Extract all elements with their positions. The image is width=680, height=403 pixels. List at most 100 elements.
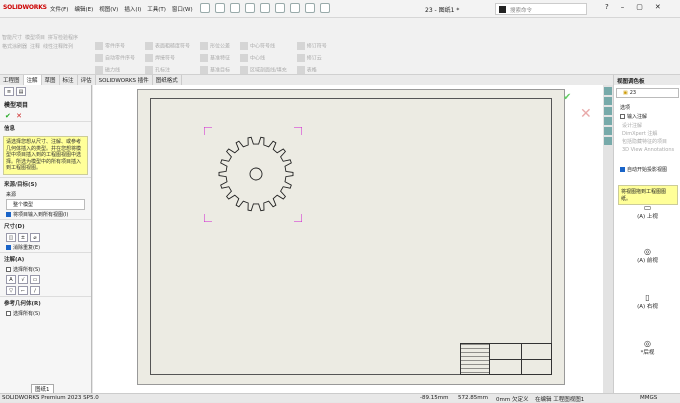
tab-sheet-format[interactable]: 图纸格式	[153, 75, 182, 85]
restore-icon[interactable]: ▢	[636, 3, 643, 11]
view-right[interactable]: ▯ (A) 右视	[614, 293, 680, 310]
ribbon-auto-balloon[interactable]: 自动零件序号	[95, 54, 135, 62]
confirm-corner-check-icon[interactable]: ✔	[563, 92, 571, 103]
view-palette-icon[interactable]	[604, 117, 612, 125]
tab-evaluate[interactable]: 评估	[78, 75, 96, 85]
surface-finish-filter-icon[interactable]: √	[18, 274, 28, 284]
ok-check-icon[interactable]: ✔	[5, 112, 11, 120]
view-front[interactable]: ◎ (A) 前视	[614, 247, 680, 264]
status-units[interactable]: MMGS	[640, 395, 657, 401]
print-icon[interactable]	[260, 3, 270, 13]
menu-file[interactable]: 文件(F)	[50, 5, 68, 13]
resources-icon[interactable]	[604, 87, 612, 95]
new-file-icon[interactable]	[215, 3, 225, 13]
reference-select-all-option[interactable]: 选择所有(S)	[0, 309, 91, 318]
ribbon-balloon[interactable]: 零件序号	[95, 42, 135, 50]
3d-annotations-option[interactable]: 3D View Annotations	[622, 146, 674, 154]
search-input[interactable]: 搜索命令	[495, 3, 587, 15]
import-notes-option[interactable]: 输入注解	[614, 112, 653, 121]
ribbon-surface-finish[interactable]: 表面粗糙度符号	[145, 42, 190, 50]
property-manager-icon[interactable]: ▤	[16, 87, 26, 96]
help-icon[interactable]: ?	[605, 3, 609, 11]
undo-icon[interactable]	[275, 3, 285, 13]
ribbon-spell-check[interactable]: 拼写检验程序	[48, 34, 78, 41]
weld-filter-icon[interactable]: ⌐	[18, 285, 28, 295]
menu-tools[interactable]: 工具(T)	[147, 5, 166, 13]
ribbon-datum-feature[interactable]: 基准特征	[200, 54, 230, 62]
dim-tolerance-icon[interactable]: ±	[18, 232, 28, 242]
menu-view[interactable]: 视图(V)	[99, 5, 118, 13]
hole-filter-icon[interactable]: ∕	[30, 285, 40, 295]
reference-geometry-header[interactable]: 参考几何体(R)	[0, 295, 91, 309]
home-icon[interactable]	[200, 3, 210, 13]
ribbon-centerline[interactable]: 中心线	[240, 54, 287, 62]
eliminate-duplicates-checkbox[interactable]	[6, 244, 11, 250]
open-file-icon[interactable]	[230, 3, 240, 13]
save-icon[interactable]	[245, 3, 255, 13]
dim-hole-icon[interactable]: ⌀	[30, 232, 40, 242]
drawing-view-gear[interactable]	[204, 127, 302, 222]
tab-markup[interactable]: 标注	[60, 75, 78, 85]
tab-drawing[interactable]: 工程图	[0, 75, 24, 85]
auto-projected-checkbox[interactable]	[620, 167, 625, 172]
tab-sketch[interactable]: 草图	[42, 75, 60, 85]
ribbon-weld-symbol[interactable]: 焊接符号	[145, 54, 190, 62]
gear-outline	[218, 136, 294, 212]
dimensions-header[interactable]: 尺寸(D)	[0, 218, 91, 232]
cancel-corner-x-icon[interactable]: ✕	[580, 106, 592, 122]
design-notes-option[interactable]: 设计注解	[622, 122, 674, 130]
menu-insert[interactable]: 插入(I)	[124, 5, 141, 13]
menu-window[interactable]: 窗口(W)	[172, 5, 193, 13]
ribbon-magnetic-line[interactable]: 磁力线	[95, 66, 135, 74]
gtol-filter-icon[interactable]: ▭	[30, 274, 40, 284]
custom-properties-icon[interactable]	[604, 137, 612, 145]
ribbon-gtol[interactable]: 形位公差	[200, 42, 230, 50]
note-icon[interactable]: A	[6, 274, 16, 284]
ribbon-smart-dimension[interactable]: 智能尺寸	[2, 34, 22, 41]
ribbon-tables[interactable]: 表格	[296, 66, 327, 74]
auto-projected-option[interactable]: 自动开始投影视图	[614, 165, 673, 174]
source-header[interactable]: 来源/目标(S)	[0, 176, 91, 190]
design-library-icon[interactable]	[604, 97, 612, 105]
ribbon-note[interactable]: 注释	[30, 43, 40, 50]
ribbon-hatch[interactable]: 区域剖面线/填充	[240, 66, 287, 74]
minimize-icon[interactable]: –	[621, 3, 625, 11]
view-back[interactable]: ◎ *后视	[614, 339, 680, 356]
tab-annotation[interactable]: 注解	[23, 75, 42, 85]
menu-edit[interactable]: 编辑(E)	[74, 5, 93, 13]
annotations-header[interactable]: 注解(A)	[0, 251, 91, 265]
annotations-select-all-option[interactable]: 选择所有(S)	[0, 265, 91, 274]
annotations-select-all-checkbox[interactable]	[6, 266, 11, 272]
datum-filter-icon[interactable]: ▽	[6, 285, 16, 295]
ribbon-center-mark[interactable]: 中心符号线	[240, 42, 287, 50]
source-select[interactable]: 整个模型	[6, 198, 85, 210]
part-select[interactable]: ▣ 23	[616, 88, 679, 98]
appearances-icon[interactable]	[604, 127, 612, 135]
ribbon-model-items[interactable]: 模型项目	[25, 34, 45, 41]
info-header[interactable]: 信息	[0, 121, 91, 134]
import-all-views-option[interactable]: 将项目输入到所有视图(I)	[0, 210, 91, 219]
view-top[interactable]: ▭ (A) 上视	[614, 203, 680, 220]
select-icon[interactable]	[290, 3, 300, 13]
dimxpert-option[interactable]: DimXpert 注解	[622, 130, 674, 138]
ribbon-hole-callout[interactable]: 孔标注	[145, 66, 190, 74]
import-notes-checkbox[interactable]	[620, 114, 625, 119]
tab-addins[interactable]: SOLIDWORKS 插件	[96, 75, 153, 85]
ribbon-format-painter[interactable]: 格式涂刷器	[2, 43, 27, 50]
feature-tree-icon[interactable]: ≡	[4, 87, 14, 96]
weld-icon	[145, 54, 154, 62]
hidden-features-option[interactable]: 包括隐藏特征的项目	[622, 138, 674, 146]
dim-type-icon[interactable]: ◫	[6, 232, 16, 242]
import-all-views-checkbox[interactable]	[6, 211, 11, 217]
ribbon-datum-target[interactable]: 基准目标	[200, 66, 230, 74]
ribbon-linear-pattern[interactable]: 线性注释阵列	[43, 43, 73, 50]
ribbon-revision-cloud[interactable]: 修订云	[296, 54, 327, 62]
file-explorer-icon[interactable]	[604, 107, 612, 115]
options-gear-icon[interactable]	[320, 3, 330, 13]
eliminate-duplicates-option[interactable]: 消除重复(E)	[0, 243, 91, 252]
ribbon-revision-symbol[interactable]: 修订符号	[296, 42, 327, 50]
rebuild-icon[interactable]	[305, 3, 315, 13]
close-icon[interactable]: ✕	[655, 3, 661, 11]
reference-select-all-checkbox[interactable]	[6, 310, 11, 316]
cancel-x-icon[interactable]: ✕	[16, 112, 22, 120]
